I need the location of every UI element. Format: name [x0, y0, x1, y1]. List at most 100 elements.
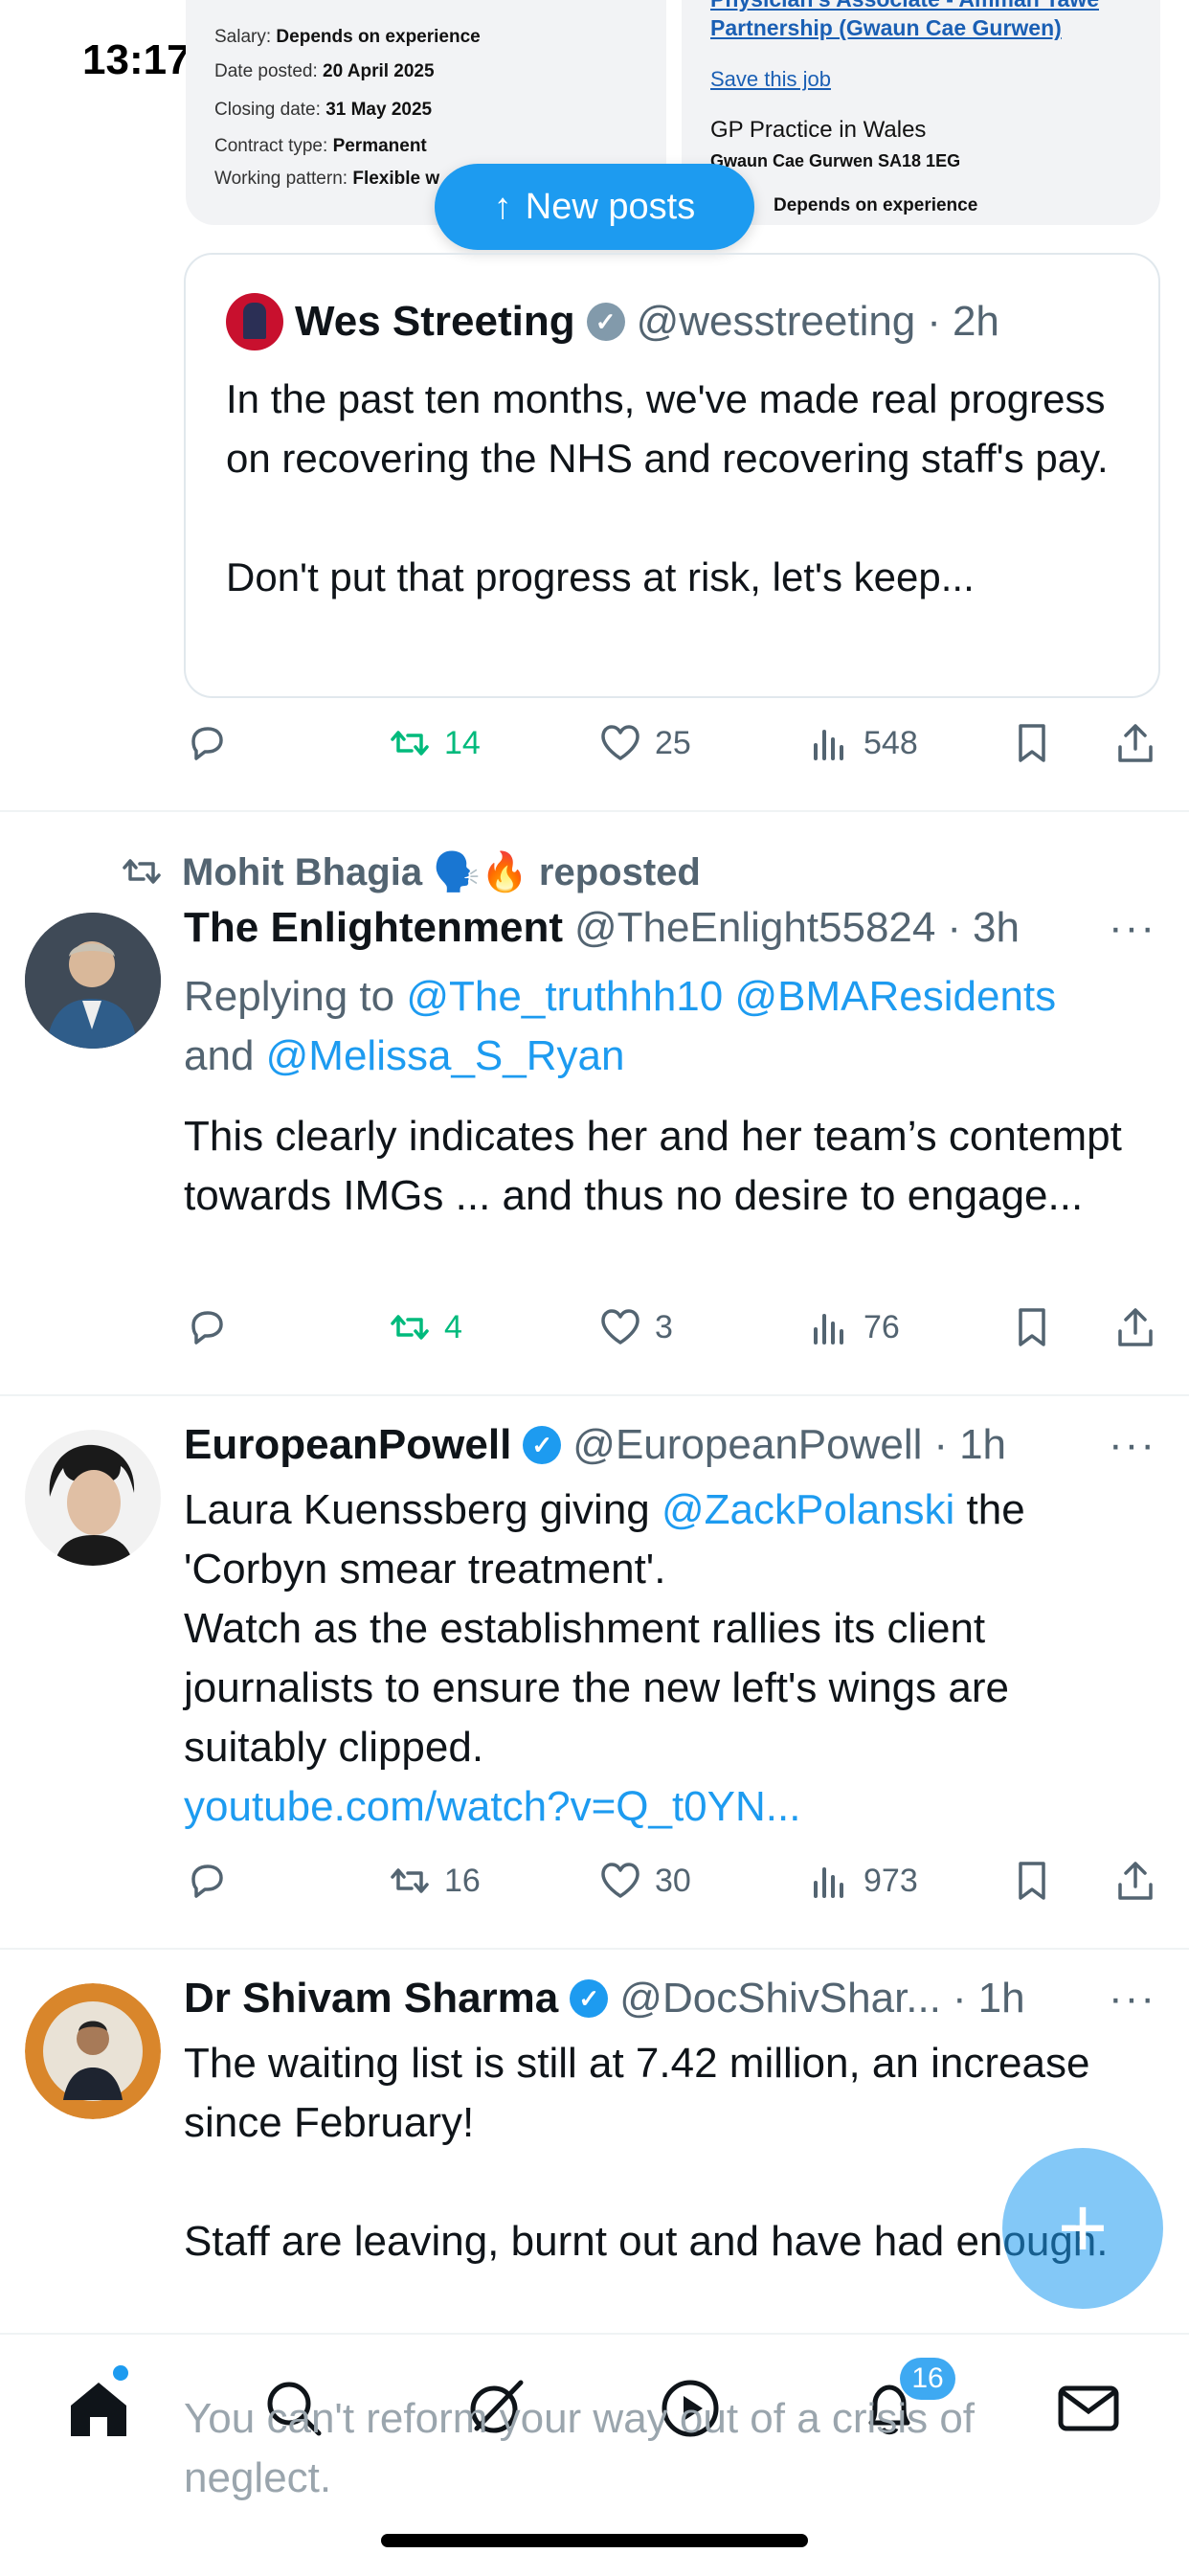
- reply-button[interactable]: [184, 720, 230, 766]
- avatar[interactable]: [25, 1430, 161, 1566]
- save-job-link[interactable]: Save this job: [710, 67, 831, 92]
- heart-icon: [601, 1863, 639, 1898]
- bookmark-icon: [1019, 1308, 1045, 1346]
- post-time: 2h: [952, 298, 999, 345]
- mention-link[interactable]: @ZackPolanski: [662, 1486, 954, 1533]
- separator-dot: ·: [947, 904, 962, 951]
- repost-button[interactable]: 16: [387, 1858, 481, 1904]
- tweet-text: The waiting list is still at 7.42 millio…: [184, 2040, 1109, 2265]
- views-icon: [814, 1314, 843, 1344]
- mention-link[interactable]: @The_truthhh10 @BMAResidents: [406, 973, 1056, 1020]
- author-handle: @EuropeanPowell: [572, 1421, 923, 1468]
- divider: [0, 1394, 1189, 1396]
- reply-context: Replying to @The_truthhh10 @BMAResidents…: [184, 973, 1057, 1079]
- views-button[interactable]: 76: [806, 1304, 900, 1350]
- reply-icon: [191, 727, 223, 760]
- job-salary: Depends on experience: [774, 195, 978, 215]
- share-button[interactable]: [1112, 1858, 1158, 1904]
- repost-button[interactable]: 14: [387, 720, 481, 766]
- more-options-icon[interactable]: ···: [1109, 1421, 1156, 1469]
- author-name: Wes Streeting: [295, 298, 575, 345]
- verified-badge-icon: ✓: [570, 1979, 609, 2018]
- repost-icon: [391, 1868, 429, 1893]
- avatar[interactable]: [25, 1983, 161, 2119]
- like-button[interactable]: 25: [597, 720, 691, 766]
- separator-dot: ·: [927, 298, 941, 345]
- author-name[interactable]: The Enlightenment: [184, 904, 563, 952]
- separator-dot: ·: [933, 1421, 949, 1468]
- views-button[interactable]: 973: [806, 1858, 918, 1904]
- share-icon: [1118, 1862, 1153, 1900]
- tweet-text: This clearly indicates her and her team’…: [184, 1113, 1122, 1219]
- more-options-icon[interactable]: ···: [1109, 1975, 1156, 2022]
- job-location: Gwaun Cae Gurwen SA18 1EG: [710, 151, 961, 170]
- tweet-actions: 16 30 973: [184, 1858, 1160, 1915]
- tweet-actions: 14 25 548: [184, 720, 1160, 778]
- quoted-tweet-text: In the past ten months, we've made real …: [226, 376, 1109, 599]
- job-employer: GP Practice in Wales: [710, 117, 927, 143]
- quoted-tweet-header: Wes Streeting ✓ @wesstreeting · 2h: [226, 293, 999, 350]
- salary-row: Salary: Depends on experience: [214, 27, 481, 47]
- reply-icon: [191, 1864, 223, 1898]
- tweet-header: The Enlightenment @TheEnlight55824 · 3h: [184, 904, 1020, 952]
- share-button[interactable]: [1112, 1304, 1158, 1350]
- mention-link[interactable]: @Melissa_S_Ryan: [266, 1032, 625, 1079]
- heart-icon: [601, 1309, 639, 1344]
- job-card-right[interactable]: Physician's Associate - Amman Tawe Partn…: [682, 0, 1160, 225]
- verified-badge-icon: ✓: [523, 1426, 562, 1464]
- divider: [0, 810, 1189, 812]
- share-icon: [1118, 1308, 1153, 1346]
- tweet-header: Dr Shivam Sharma ✓ @DocShivShar... · 1h: [184, 1975, 1025, 2022]
- bookmark-icon: [1019, 724, 1045, 762]
- tweet-actions: 4 3 76: [184, 1304, 1160, 1362]
- reply-button[interactable]: [184, 1858, 230, 1904]
- views-icon: [814, 1867, 843, 1898]
- post-time: 1h: [959, 1421, 1007, 1468]
- home-indicator: [381, 2534, 808, 2547]
- repost-icon: [391, 1315, 429, 1340]
- repost-button[interactable]: 4: [387, 1304, 462, 1350]
- tweet-text: Laura Kuenssberg giving @ZackPolanski th…: [184, 1486, 1025, 1771]
- quoted-tweet[interactable]: Wes Streeting ✓ @wesstreeting · 2h In th…: [184, 253, 1160, 698]
- repost-icon: [123, 859, 161, 884]
- new-posts-button[interactable]: ↑ New posts: [435, 164, 754, 250]
- more-options-icon[interactable]: ···: [1109, 904, 1156, 952]
- like-button[interactable]: 30: [597, 1858, 691, 1904]
- verified-badge-icon: ✓: [586, 303, 625, 341]
- author-handle: @DocShivShar...: [619, 1975, 941, 2022]
- status-time: 13:17: [82, 36, 191, 83]
- author-name[interactable]: Dr Shivam Sharma: [184, 1975, 558, 2022]
- share-icon: [1118, 724, 1153, 762]
- home-unread-dot: [113, 2365, 128, 2381]
- author-name[interactable]: EuropeanPowell: [184, 1421, 511, 1469]
- home-icon[interactable]: [65, 2375, 132, 2442]
- posted-row: Date posted: 20 April 2025: [214, 61, 435, 81]
- like-button[interactable]: 3: [597, 1304, 673, 1350]
- post-time: 1h: [977, 1975, 1025, 2022]
- arrow-up-icon: ↑: [493, 186, 512, 227]
- bookmark-button[interactable]: [1009, 1304, 1055, 1350]
- compose-button[interactable]: +: [1002, 2148, 1163, 2309]
- job-title-link[interactable]: Physician's Associate - Amman Tawe Partn…: [710, 0, 1141, 42]
- pattern-row: Working pattern: Flexible w: [214, 169, 440, 189]
- author-handle: @TheEnlight55824: [574, 904, 936, 951]
- reply-icon: [191, 1311, 223, 1344]
- reply-button[interactable]: [184, 1304, 230, 1350]
- tweet-header: EuropeanPowell ✓ @EuropeanPowell · 1h: [184, 1421, 1006, 1469]
- author-handle: @wesstreeting: [636, 298, 916, 345]
- divider: [0, 1948, 1189, 1950]
- external-link[interactable]: youtube.com/watch?v=Q_t0YN...: [184, 1777, 1141, 1837]
- views-button[interactable]: 548: [806, 720, 918, 766]
- plus-icon: +: [1057, 2181, 1109, 2276]
- bookmark-button[interactable]: [1009, 1858, 1055, 1904]
- bookmark-button[interactable]: [1009, 720, 1055, 766]
- contract-row: Contract type: Permanent: [214, 136, 427, 156]
- separator-dot: ·: [952, 1975, 967, 2022]
- post-time: 3h: [973, 904, 1020, 951]
- repost-icon: [391, 731, 429, 756]
- tweet-text-faded: You can't reform your way out of a crisi…: [184, 2395, 976, 2501]
- share-button[interactable]: [1112, 720, 1158, 766]
- avatar: [226, 293, 283, 350]
- avatar[interactable]: [25, 913, 161, 1049]
- heart-icon: [601, 725, 639, 760]
